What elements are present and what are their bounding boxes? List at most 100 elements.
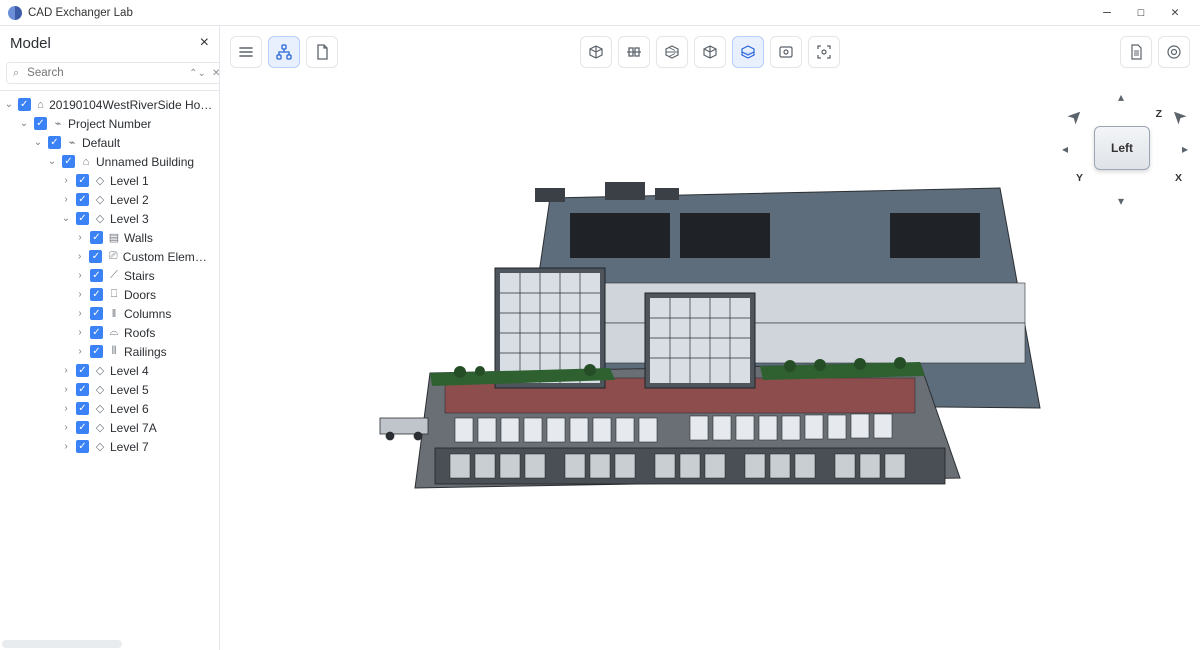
maximize-button[interactable]: ☐ bbox=[1124, 0, 1158, 25]
level-icon: ◇ bbox=[93, 402, 107, 415]
tree-label: Level 1 bbox=[110, 174, 149, 188]
minimize-button[interactable]: — bbox=[1090, 0, 1124, 25]
tree-default[interactable]: ⌄ ✓ ⌁ Default bbox=[4, 133, 217, 152]
level-icon: ◇ bbox=[93, 440, 107, 453]
close-panel-button[interactable]: × bbox=[200, 34, 209, 52]
checkbox[interactable]: ✓ bbox=[34, 117, 47, 130]
tree-level[interactable]: › ✓ ◇ Level 2 bbox=[4, 190, 217, 209]
tree-level-3[interactable]: ⌄ ✓ ◇ Level 3 bbox=[4, 209, 217, 228]
tree-label: Level 4 bbox=[110, 364, 149, 378]
level-icon: ◇ bbox=[93, 383, 107, 396]
checkbox[interactable]: ✓ bbox=[76, 212, 89, 225]
tree-label: Columns bbox=[124, 307, 171, 321]
chevron-down-icon[interactable]: ⌄ bbox=[32, 137, 44, 148]
chevron-right-icon[interactable]: › bbox=[74, 270, 86, 281]
close-window-button[interactable]: ✕ bbox=[1158, 0, 1192, 25]
roofs-icon: ⌓ bbox=[107, 326, 121, 339]
model-tree[interactable]: ⌄ ✓ ⌂ 20190104WestRiverSide Hospital - …… bbox=[0, 91, 219, 650]
checkbox[interactable]: ✓ bbox=[90, 288, 103, 301]
panel-header: Model × bbox=[0, 26, 219, 60]
tree-label: Stairs bbox=[124, 269, 155, 283]
panel-title: Model bbox=[10, 35, 51, 52]
tree-level[interactable]: › ✓ ◇ Level 1 bbox=[4, 171, 217, 190]
tree-project[interactable]: ⌄ ✓ ⌁ Project Number bbox=[4, 114, 217, 133]
checkbox[interactable]: ✓ bbox=[48, 136, 61, 149]
chevron-right-icon[interactable]: › bbox=[74, 289, 86, 300]
window-titlebar: CAD Exchanger Lab — ☐ ✕ bbox=[0, 0, 1200, 26]
tree-level[interactable]: › ✓ ◇ Level 6 bbox=[4, 399, 217, 418]
3d-viewport[interactable]: ➤ ➤ ▴ ▾ ◂ ▸ Z X Y Left bbox=[220, 26, 1200, 650]
columns-icon: ‖ bbox=[107, 308, 121, 320]
tree-stairs[interactable]: › ✓ ⟋ Stairs bbox=[4, 266, 217, 285]
chevron-right-icon[interactable]: › bbox=[60, 441, 72, 452]
stairs-icon: ⟋ bbox=[107, 269, 121, 282]
tree-label: Level 7 bbox=[110, 440, 149, 454]
tree-label: Walls bbox=[124, 231, 153, 245]
tree-doors[interactable]: › ✓ ⎕ Doors bbox=[4, 285, 217, 304]
tree-level[interactable]: › ✓ ◇ Level 5 bbox=[4, 380, 217, 399]
level-icon: ◇ bbox=[93, 364, 107, 377]
chevron-right-icon[interactable]: › bbox=[74, 346, 86, 357]
tree-roofs[interactable]: › ✓ ⌓ Roofs bbox=[4, 323, 217, 342]
checkbox[interactable]: ✓ bbox=[90, 231, 103, 244]
tree-level[interactable]: › ✓ ◇ Level 7 bbox=[4, 437, 217, 456]
tree-label: Level 3 bbox=[110, 212, 149, 226]
chevron-right-icon[interactable]: › bbox=[74, 327, 86, 338]
app-title: CAD Exchanger Lab bbox=[28, 7, 133, 19]
chevron-right-icon[interactable]: › bbox=[74, 308, 86, 319]
tree-walls[interactable]: › ✓ ▤ Walls bbox=[4, 228, 217, 247]
search-input[interactable] bbox=[25, 66, 183, 80]
chevron-down-icon[interactable]: ⌄ bbox=[46, 156, 58, 167]
tree-columns[interactable]: › ✓ ‖ Columns bbox=[4, 304, 217, 323]
checkbox[interactable]: ✓ bbox=[76, 440, 89, 453]
chevron-right-icon[interactable]: › bbox=[60, 365, 72, 376]
link-icon: ⌁ bbox=[65, 136, 79, 149]
checkbox[interactable]: ✓ bbox=[76, 402, 89, 415]
chevron-down-icon[interactable]: ⌄ bbox=[60, 213, 72, 224]
tree-label: Level 7A bbox=[110, 421, 157, 435]
tree-level[interactable]: › ✓ ◇ Level 4 bbox=[4, 361, 217, 380]
tree-railings[interactable]: › ✓ ⦀ Railings bbox=[4, 342, 217, 361]
tree-building[interactable]: ⌄ ✓ ⌂ Unnamed Building bbox=[4, 152, 217, 171]
checkbox[interactable]: ✓ bbox=[76, 383, 89, 396]
checkbox[interactable]: ✓ bbox=[90, 269, 103, 282]
checkbox[interactable]: ✓ bbox=[62, 155, 75, 168]
checkbox[interactable]: ✓ bbox=[90, 326, 103, 339]
search-icon: ⌕ bbox=[13, 67, 19, 80]
checkbox[interactable]: ✓ bbox=[76, 364, 89, 377]
model-render bbox=[220, 26, 1200, 650]
checkbox[interactable]: ✓ bbox=[90, 345, 103, 358]
level-icon: ◇ bbox=[93, 174, 107, 187]
checkbox[interactable]: ✓ bbox=[18, 98, 31, 111]
home-icon: ⌂ bbox=[79, 156, 93, 168]
chevron-right-icon[interactable]: › bbox=[74, 232, 86, 243]
horizontal-scrollbar[interactable] bbox=[2, 640, 122, 648]
checkbox[interactable]: ✓ bbox=[76, 174, 89, 187]
chevron-right-icon[interactable]: › bbox=[60, 384, 72, 395]
checkbox[interactable]: ✓ bbox=[76, 421, 89, 434]
chevron-right-icon[interactable]: › bbox=[60, 175, 72, 186]
level-icon: ◇ bbox=[93, 212, 107, 225]
checkbox[interactable]: ✓ bbox=[90, 307, 103, 320]
tree-label: Level 6 bbox=[110, 402, 149, 416]
tree-root[interactable]: ⌄ ✓ ⌂ 20190104WestRiverSide Hospital - … bbox=[4, 95, 217, 114]
tree-custom-elements[interactable]: › ✓ ⎚ Custom Elements bbox=[4, 247, 217, 266]
model-tree-panel: Model × ⌕ ⌃⌄ ✕ ⌄ ✓ ⌂ 20190104WestRiverSi… bbox=[0, 26, 220, 650]
tree-level[interactable]: › ✓ ◇ Level 7A bbox=[4, 418, 217, 437]
custom-icon: ⎚ bbox=[106, 250, 119, 263]
level-icon: ◇ bbox=[93, 193, 107, 206]
chevron-right-icon[interactable]: › bbox=[74, 251, 85, 262]
tree-label: Railings bbox=[124, 345, 167, 359]
search-input-container[interactable]: ⌕ ⌃⌄ ✕ bbox=[6, 62, 227, 84]
chevron-right-icon[interactable]: › bbox=[60, 403, 72, 414]
model-icon: ⌂ bbox=[35, 99, 46, 111]
checkbox[interactable]: ✓ bbox=[89, 250, 102, 263]
checkbox[interactable]: ✓ bbox=[76, 193, 89, 206]
chevron-down-icon[interactable]: ⌄ bbox=[4, 99, 14, 110]
chevron-right-icon[interactable]: › bbox=[60, 194, 72, 205]
chevron-down-icon[interactable]: ⌄ bbox=[18, 118, 30, 129]
level-icon: ◇ bbox=[93, 421, 107, 434]
chevron-right-icon[interactable]: › bbox=[60, 422, 72, 433]
link-icon: ⌁ bbox=[51, 117, 65, 130]
dropdown-chevron-icon[interactable]: ⌃⌄ bbox=[189, 68, 206, 79]
